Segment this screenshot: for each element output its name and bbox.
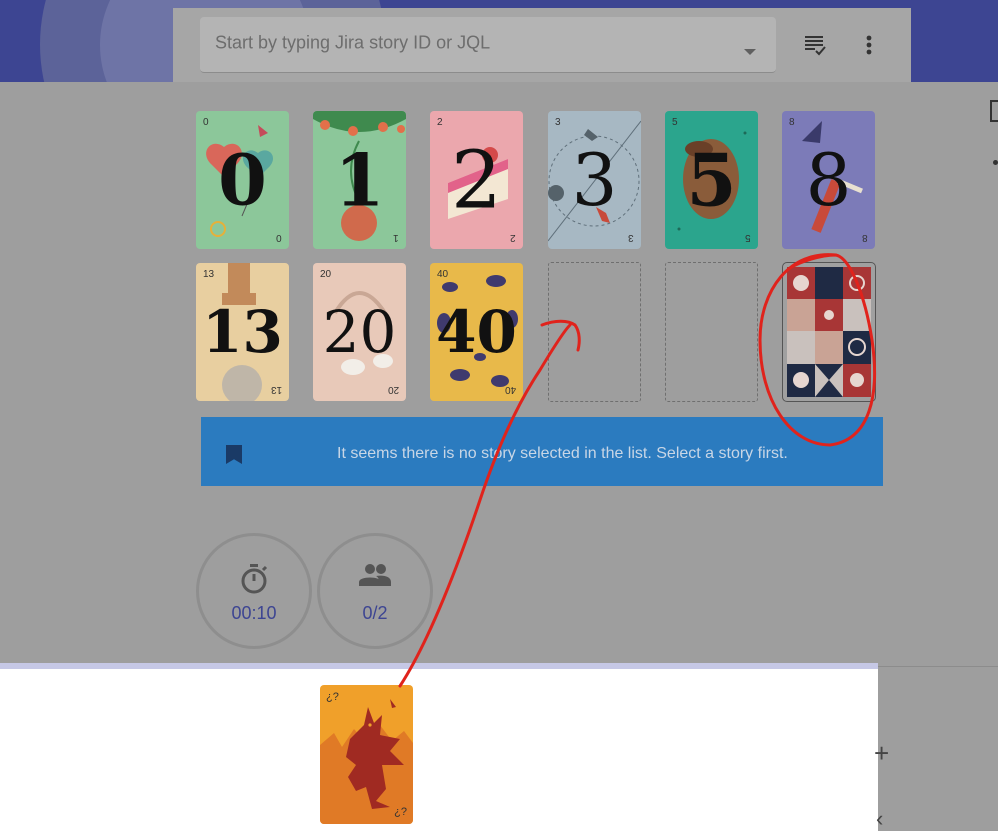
timer-stat[interactable]: 00:10 <box>196 533 312 649</box>
list-bullet-fragment <box>993 160 998 165</box>
participants-stat[interactable]: 0/2 <box>317 533 433 649</box>
card-corner-label: 0 <box>276 232 282 243</box>
info-banner: It seems there is no story selected in t… <box>201 417 883 486</box>
card-corner-label: 3 <box>628 232 634 243</box>
card-2[interactable]: 2 2 2 <box>430 111 523 249</box>
qr-icon-fragment[interactable] <box>990 100 998 122</box>
deck-pattern-icon <box>787 267 871 397</box>
player-hand-panel <box>0 663 878 831</box>
card-corner-label: 40 <box>504 384 516 395</box>
card-1[interactable]: 1 1 1 <box>313 111 406 249</box>
dragon-icon <box>320 699 413 824</box>
card-value: 3 <box>571 138 618 222</box>
card-20[interactable]: 20 20 20 <box>313 263 406 401</box>
timer-value: 00:10 <box>231 603 277 623</box>
hand-card-question[interactable]: ¿? ¿? <box>320 685 413 824</box>
card-value: 0 <box>218 138 267 222</box>
card-5[interactable]: 5 5 5 <box>665 111 758 249</box>
card-13[interactable]: 13 13 13 <box>196 263 289 401</box>
add-icon[interactable]: + <box>874 738 889 769</box>
card-value: 8 <box>805 138 852 222</box>
card-value: 2 <box>451 133 502 227</box>
empty-card-slot[interactable] <box>548 262 641 402</box>
card-corner-label: 13 <box>270 384 282 395</box>
participants-value: 0/2 <box>362 603 388 623</box>
card-deck-back[interactable] <box>782 262 876 402</box>
card-value: 40 <box>436 298 517 366</box>
checklist-icon[interactable] <box>800 30 830 60</box>
story-search-bar: Start by typing Jira story ID or JQL <box>173 8 911 82</box>
timer-icon <box>241 564 268 594</box>
card-corner-label: 2 <box>510 232 516 243</box>
banner-message: It seems there is no story selected in t… <box>337 445 788 462</box>
card-value: 13 <box>202 298 283 366</box>
card-corner-label: 20 <box>387 384 399 395</box>
card-40[interactable]: 40 40 40 <box>430 263 523 401</box>
card-3[interactable]: 3 3 3 <box>548 111 641 249</box>
card-value: 1 <box>334 137 385 223</box>
empty-card-slot[interactable] <box>665 262 758 402</box>
collapse-icon[interactable]: ‹ <box>876 806 883 831</box>
card-corner-label: 8 <box>862 232 868 243</box>
people-icon <box>359 564 391 586</box>
card-corner-label: ¿? <box>394 806 407 818</box>
card-8[interactable]: 8 8 8 <box>782 111 875 249</box>
search-placeholder: Start by typing Jira story ID or JQL <box>215 32 491 53</box>
card-corner-label: 5 <box>745 232 751 243</box>
dropdown-arrow-icon[interactable] <box>744 49 756 55</box>
more-vert-icon[interactable] <box>854 30 884 60</box>
card-0[interactable]: 0 0 0 <box>196 111 289 249</box>
card-corner-label: 1 <box>393 232 399 243</box>
card-value: 20 <box>322 298 397 366</box>
divider <box>878 666 998 667</box>
bookmark-icon <box>226 445 242 464</box>
story-search-input[interactable]: Start by typing Jira story ID or JQL <box>200 17 776 73</box>
card-value: 5 <box>686 137 737 223</box>
card-corner-label: ¿? <box>326 691 339 703</box>
